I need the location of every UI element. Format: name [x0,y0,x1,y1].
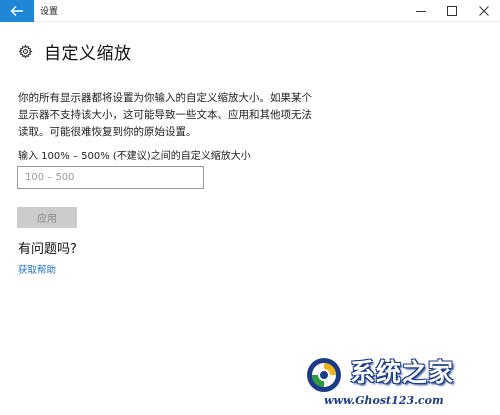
watermark-title: 系统之家 [350,358,455,387]
custom-scale-input[interactable] [17,166,204,189]
description-text: 你的所有显示器都将设置为你输入的自定义缩放大小。如果某个显示器不支持该大小，这可… [18,92,312,138]
back-arrow-icon [10,6,23,16]
close-icon [479,6,489,16]
page-header: 自定义缩放 [18,39,132,64]
minimize-button[interactable] [406,0,436,22]
apply-button[interactable]: 应用 [17,207,77,228]
back-button[interactable] [0,0,34,22]
page-title: 自定义缩放 [44,44,132,64]
scale-field-label: 输入 100% – 500% (不建议)之间的自定义缩放大小 [18,151,251,162]
maximize-icon [447,6,457,16]
watermark-url: www.Ghost123.com [324,394,444,407]
get-help-link[interactable]: 获取帮助 [18,262,56,276]
help-heading: 有问题吗? [18,242,77,257]
gear-icon [18,44,33,59]
maximize-button[interactable] [437,0,467,22]
watermark: 系统之家 www.Ghost123.com [300,352,500,415]
close-button[interactable] [469,0,499,22]
title-bar: 设置 [0,0,500,22]
app-title: 设置 [40,7,59,17]
watermark-logo-icon [307,358,341,392]
minimize-icon [416,11,426,12]
